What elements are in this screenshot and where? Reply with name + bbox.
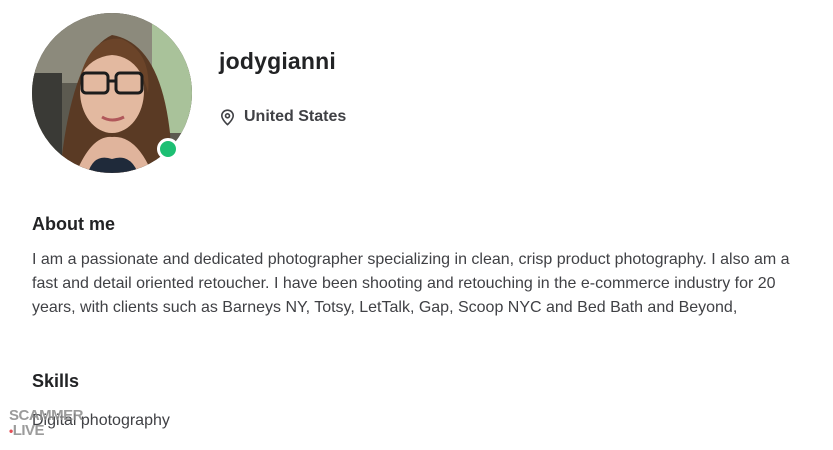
skills-heading: Skills (32, 371, 80, 391)
watermark-line2: LIVE (12, 422, 45, 439)
about-me-text: I am a passionate and dedicated photogra… (32, 251, 790, 316)
seller-profile-page: jodygianni United States About me I am a… (0, 0, 833, 450)
watermark-line1: SCAMMER (9, 407, 84, 424)
location-row: United States (220, 108, 346, 126)
location-text: United States (244, 108, 347, 125)
online-status-indicator (157, 138, 179, 160)
map-pin-icon (220, 108, 235, 126)
watermark-logo: SCAMMER •LIVE (9, 407, 84, 439)
username[interactable]: jodygianni (219, 48, 336, 75)
avatar-container (32, 13, 192, 173)
watermark-line2-row: •LIVE (9, 423, 83, 439)
about-me-heading: About me (32, 214, 115, 234)
